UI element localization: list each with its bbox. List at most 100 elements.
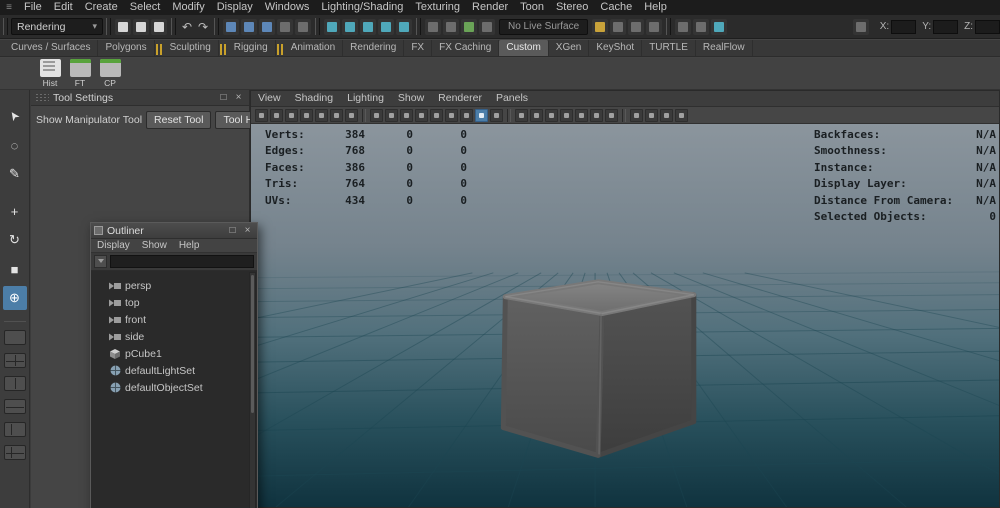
safe-action-icon[interactable] — [590, 109, 603, 122]
ipr-render-icon[interactable] — [610, 19, 626, 35]
menu-render[interactable]: Render — [466, 0, 514, 15]
open-render-view-icon[interactable] — [675, 19, 691, 35]
paint-effects-icon[interactable] — [711, 19, 727, 35]
shelf-tab-rigging[interactable]: Rigging — [227, 40, 276, 56]
camera-attributes-icon[interactable] — [285, 109, 298, 122]
close-window-icon[interactable]: × — [241, 225, 254, 237]
scrollbar-thumb[interactable] — [251, 275, 254, 413]
render-current-frame-icon[interactable] — [592, 19, 608, 35]
lock-camera-icon[interactable] — [270, 109, 283, 122]
light-editor-icon[interactable] — [693, 19, 709, 35]
menu-toon[interactable]: Toon — [514, 0, 550, 15]
menu-stereo[interactable]: Stereo — [550, 0, 594, 15]
viewport-menu-renderer[interactable]: Renderer — [431, 91, 489, 106]
float-panel-icon[interactable]: □ — [217, 92, 230, 104]
selection-mask-icon[interactable] — [277, 19, 293, 35]
reset-tool-button[interactable]: Reset Tool — [146, 111, 211, 129]
construction-history-icon[interactable] — [461, 19, 477, 35]
pan-zoom-2d-icon[interactable] — [330, 109, 343, 122]
statusline-grip[interactable] — [315, 18, 320, 35]
live-surface-field[interactable]: No Live Surface — [499, 19, 588, 35]
exposure-icon[interactable] — [630, 109, 643, 122]
menu-modify[interactable]: Modify — [166, 0, 210, 15]
outliner-menu-display[interactable]: Display — [91, 239, 136, 253]
z-coordinate-input[interactable] — [975, 20, 1000, 34]
safe-title-icon[interactable] — [605, 109, 618, 122]
undo-icon[interactable]: ↶ — [179, 19, 195, 35]
panel-grip-icon[interactable] — [35, 93, 49, 103]
outliner-menu-help[interactable]: Help — [173, 239, 206, 253]
menu-texturing[interactable]: Texturing — [409, 0, 466, 15]
menu-edit[interactable]: Edit — [48, 0, 79, 15]
gate-mask-icon[interactable] — [560, 109, 573, 122]
layout-persp-graph-button[interactable] — [4, 445, 26, 460]
snap-to-view-planes-icon[interactable] — [396, 19, 412, 35]
depth-of-field-icon[interactable] — [490, 109, 503, 122]
snap-to-projected-center-icon[interactable] — [378, 19, 394, 35]
rotate-tool-button[interactable]: ↻ — [3, 228, 27, 252]
close-panel-icon[interactable]: × — [232, 92, 245, 104]
statusline-grip[interactable] — [171, 18, 176, 35]
hypershade-icon[interactable] — [646, 19, 662, 35]
smooth-shade-icon[interactable] — [385, 109, 398, 122]
menuset-dropdown[interactable]: Rendering ▾ — [11, 18, 103, 35]
shelf-tab-realflow[interactable]: RealFlow — [696, 40, 753, 56]
isolate-select-icon[interactable] — [515, 109, 528, 122]
outliner-item-side[interactable]: side — [91, 328, 257, 345]
select-by-hierarchy-icon[interactable] — [223, 19, 239, 35]
field-chart-icon[interactable] — [530, 109, 543, 122]
select-tool-button[interactable]: ➤ — [3, 104, 27, 128]
viewport-menu-view[interactable]: View — [251, 91, 288, 106]
viewport-menu-lighting[interactable]: Lighting — [340, 91, 391, 106]
snap-to-points-icon[interactable] — [360, 19, 376, 35]
pcube-mesh[interactable] — [503, 282, 693, 456]
save-scene-icon[interactable] — [151, 19, 167, 35]
outliner-item-pcube1[interactable]: pCube1 — [91, 345, 257, 362]
wireframe-icon[interactable] — [370, 109, 383, 122]
maximize-window-icon[interactable]: □ — [226, 225, 239, 237]
shelf-tab-xgen[interactable]: XGen — [549, 40, 590, 56]
statusline-grip[interactable] — [3, 18, 8, 35]
shelf-tab-keyshot[interactable]: KeyShot — [589, 40, 642, 56]
bookmark-icon[interactable] — [300, 109, 313, 122]
outliner-item-front[interactable]: front — [91, 311, 257, 328]
outliner-item-persp[interactable]: persp — [91, 277, 257, 294]
make-object-live-icon[interactable] — [479, 19, 495, 35]
open-scene-icon[interactable] — [133, 19, 149, 35]
shelf-tab-fx[interactable]: FX — [404, 40, 432, 56]
redo-icon[interactable]: ↷ — [195, 19, 211, 35]
resolution-gate-icon[interactable] — [545, 109, 558, 122]
use-all-lights-icon[interactable] — [415, 109, 428, 122]
menu-help[interactable]: Help — [638, 0, 673, 15]
show-manipulator-tool-button[interactable]: ⊕ — [3, 286, 27, 310]
view-transform-icon[interactable] — [660, 109, 673, 122]
input-connections-icon[interactable] — [425, 19, 441, 35]
image-plane-icon[interactable] — [315, 109, 328, 122]
viewport-menu-shading[interactable]: Shading — [288, 91, 341, 106]
motion-blur-icon[interactable] — [460, 109, 473, 122]
layout-two-pane-stacked-button[interactable] — [4, 399, 26, 414]
menu-cache[interactable]: Cache — [594, 0, 638, 15]
menu-display[interactable]: Display — [211, 0, 259, 15]
ambient-occlusion-icon[interactable] — [445, 109, 458, 122]
layout-four-pane-button[interactable] — [4, 353, 26, 368]
highlight-selection-icon[interactable] — [295, 19, 311, 35]
snap-to-grids-icon[interactable] — [324, 19, 340, 35]
shelf-tab-turtle[interactable]: TURTLE — [642, 40, 696, 56]
outliner-menu-show[interactable]: Show — [136, 239, 173, 253]
y-coordinate-input[interactable] — [933, 20, 958, 34]
select-camera-icon[interactable] — [255, 109, 268, 122]
menu-file[interactable]: File — [18, 0, 48, 15]
outliner-search-input[interactable] — [110, 255, 254, 268]
x-coordinate-input[interactable] — [891, 20, 916, 34]
gamma-icon[interactable] — [645, 109, 658, 122]
layout-two-pane-side-button[interactable] — [4, 376, 26, 391]
shelf-button-cp[interactable]: CP — [96, 59, 124, 88]
select-by-component-icon[interactable] — [259, 19, 275, 35]
move-tool-button[interactable]: + — [3, 199, 27, 223]
outliner-item-top[interactable]: top — [91, 294, 257, 311]
viewport-menu-panels[interactable]: Panels — [489, 91, 535, 106]
snapshot-icon[interactable] — [675, 109, 688, 122]
shelf-button-hist[interactable]: Hist — [36, 59, 64, 88]
outliner-scrollbar[interactable] — [249, 272, 256, 508]
